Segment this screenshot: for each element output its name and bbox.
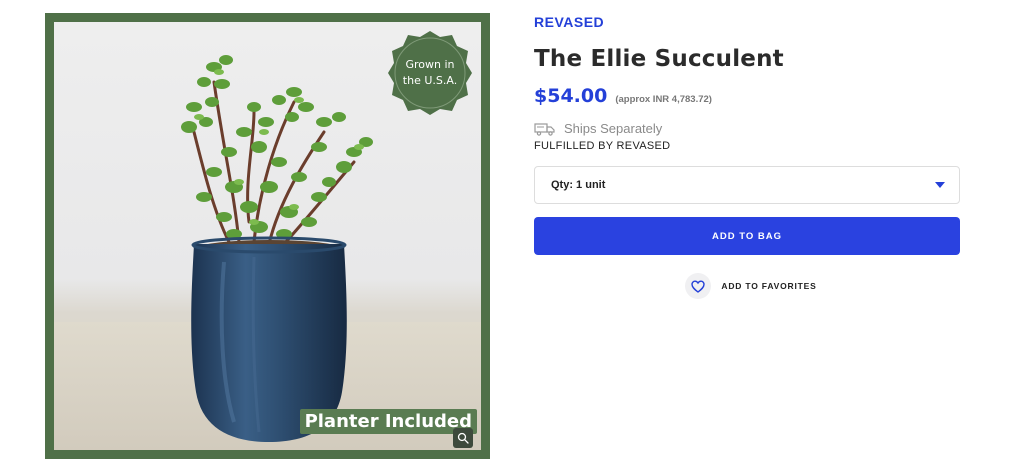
zoom-button[interactable] xyxy=(453,428,473,448)
favorites-label: ADD TO FAVORITES xyxy=(721,281,817,291)
product-info: REVASED The Ellie Succulent $54.00 (appr… xyxy=(534,12,960,299)
product-price: $54.00 xyxy=(534,85,608,107)
shipping-text: Ships Separately xyxy=(564,121,663,136)
shipping-info: Ships Separately xyxy=(534,121,960,136)
fulfilled-by: FULFILLED BY REVASED xyxy=(534,140,671,152)
magnifier-icon xyxy=(457,432,469,444)
planter-included-tag: Planter Included xyxy=(299,409,477,434)
brand-link[interactable]: REVASED xyxy=(534,12,604,32)
grown-in-usa-badge: Grown in the U.S.A. xyxy=(387,30,473,116)
caret-down-icon xyxy=(935,182,945,188)
product-photo[interactable]: Grown in the U.S.A. Planter Included xyxy=(54,22,481,450)
add-to-favorites-button[interactable]: ADD TO FAVORITES xyxy=(534,273,960,299)
quantity-selected-value: Qty: 1 unit xyxy=(551,179,606,191)
truck-icon xyxy=(534,122,555,136)
heart-icon-wrap xyxy=(685,273,712,299)
product-image-frame[interactable]: Grown in the U.S.A. Planter Included xyxy=(45,13,490,459)
heart-icon xyxy=(691,279,706,293)
quantity-select[interactable]: Qty: 1 unit xyxy=(534,166,960,204)
add-to-bag-button[interactable]: ADD TO BAG xyxy=(534,217,960,255)
price-row: $54.00 (approx INR 4,783.72) xyxy=(534,85,960,107)
badge-text: Grown in the U.S.A. xyxy=(402,58,458,87)
price-approx: (approx INR 4,783.72) xyxy=(615,94,712,105)
product-title: The Ellie Succulent xyxy=(534,46,784,72)
